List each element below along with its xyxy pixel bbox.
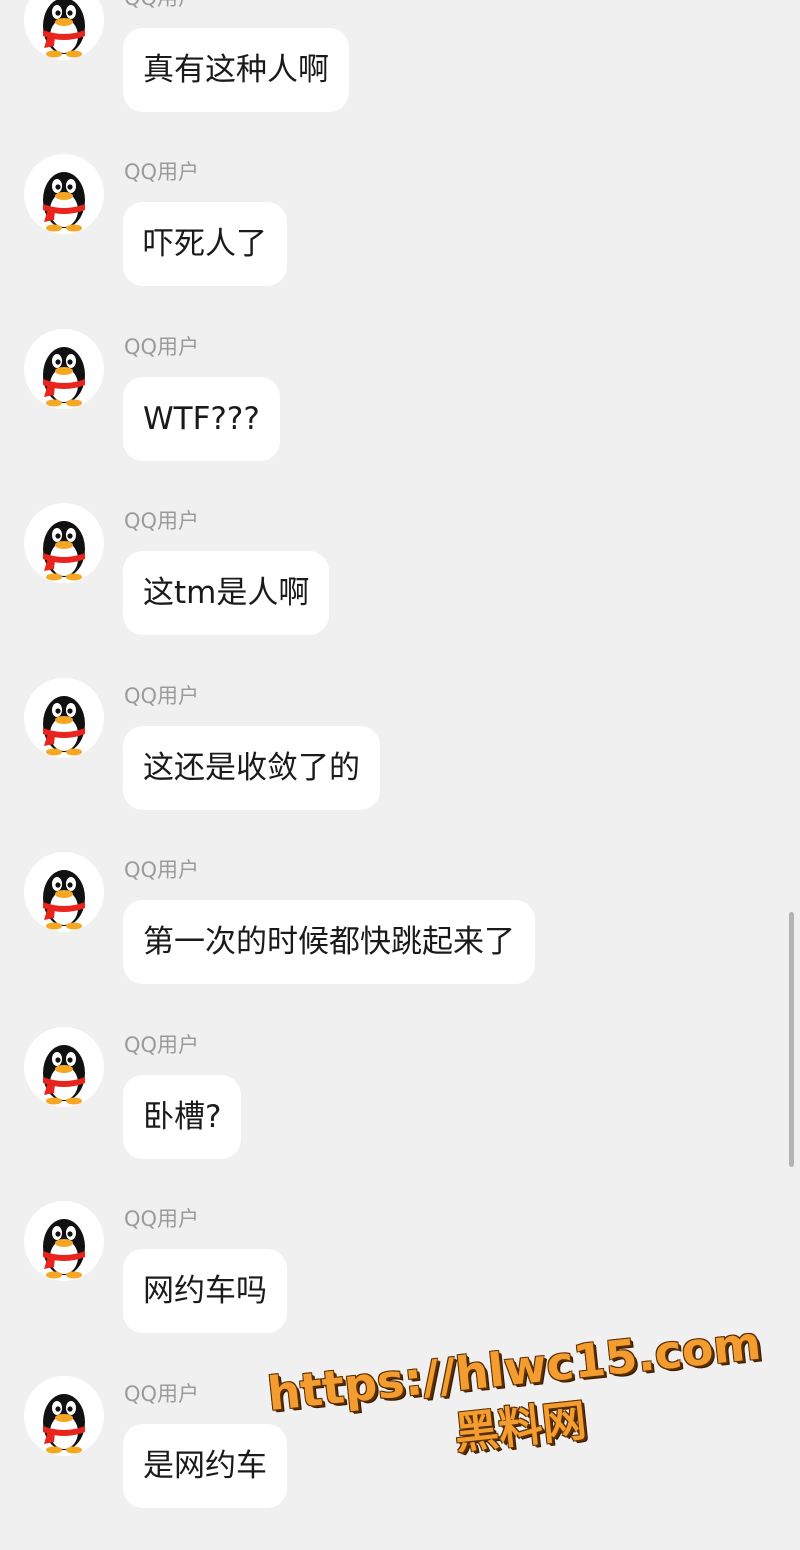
message-row: QQ用户 这tm是人啊 — [0, 503, 800, 677]
sender-name: QQ用户 — [124, 858, 200, 882]
avatar[interactable] — [24, 852, 104, 932]
qq-penguin-icon — [43, 347, 85, 407]
qq-penguin-icon — [43, 696, 85, 756]
message-bubble[interactable]: 吓死人了 — [123, 202, 287, 286]
message-bubble[interactable]: 第一次的时候都快跳起来了 — [123, 900, 535, 984]
message-row: QQ用户 真有这种人啊 — [0, 0, 800, 154]
qq-penguin-icon — [43, 521, 85, 581]
sender-name: QQ用户 — [124, 1033, 200, 1057]
message-bubble[interactable]: 是网约车 — [123, 1424, 287, 1508]
avatar[interactable] — [24, 503, 104, 583]
message-row: QQ用户 第一次的时候都快跳起来了 — [0, 852, 800, 1026]
message-bubble[interactable]: 这tm是人啊 — [123, 551, 330, 635]
scrollbar[interactable] — [789, 912, 794, 1167]
message-bubble[interactable]: 这还是收敛了的 — [123, 726, 380, 810]
qq-penguin-icon — [43, 1045, 85, 1105]
qq-penguin-icon — [43, 870, 85, 930]
message-row: QQ用户 WTF??? — [0, 329, 800, 503]
qq-penguin-icon — [43, 172, 85, 232]
sender-name: QQ用户 — [124, 1207, 200, 1231]
sender-name: QQ用户 — [124, 0, 199, 12]
message-bubble[interactable]: WTF??? — [123, 377, 280, 461]
message-row: QQ用户 卧槽? — [0, 1027, 800, 1201]
avatar[interactable] — [24, 329, 104, 409]
sender-name: QQ用户 — [124, 1382, 200, 1406]
avatar[interactable] — [24, 678, 104, 758]
avatar[interactable] — [24, 1027, 104, 1107]
sender-name: QQ用户 — [124, 684, 200, 708]
avatar[interactable] — [24, 154, 104, 234]
avatar[interactable] — [24, 1376, 104, 1456]
message-row: QQ用户 吓死人了 — [0, 154, 800, 328]
qq-penguin-icon — [43, 1394, 85, 1454]
message-bubble[interactable]: 网约车吗 — [123, 1249, 287, 1333]
avatar[interactable] — [24, 1201, 104, 1281]
sender-name: QQ用户 — [124, 335, 200, 359]
message-bubble[interactable]: 真有这种人啊 — [123, 28, 349, 112]
qq-penguin-icon — [43, 1219, 85, 1279]
message-row: QQ用户 这还是收敛了的 — [0, 678, 800, 852]
sender-name: QQ用户 — [124, 160, 200, 184]
sender-name: QQ用户 — [124, 509, 200, 533]
avatar[interactable] — [24, 0, 104, 60]
qq-penguin-icon — [43, 0, 85, 58]
message-bubble[interactable]: 卧槽? — [123, 1075, 242, 1159]
